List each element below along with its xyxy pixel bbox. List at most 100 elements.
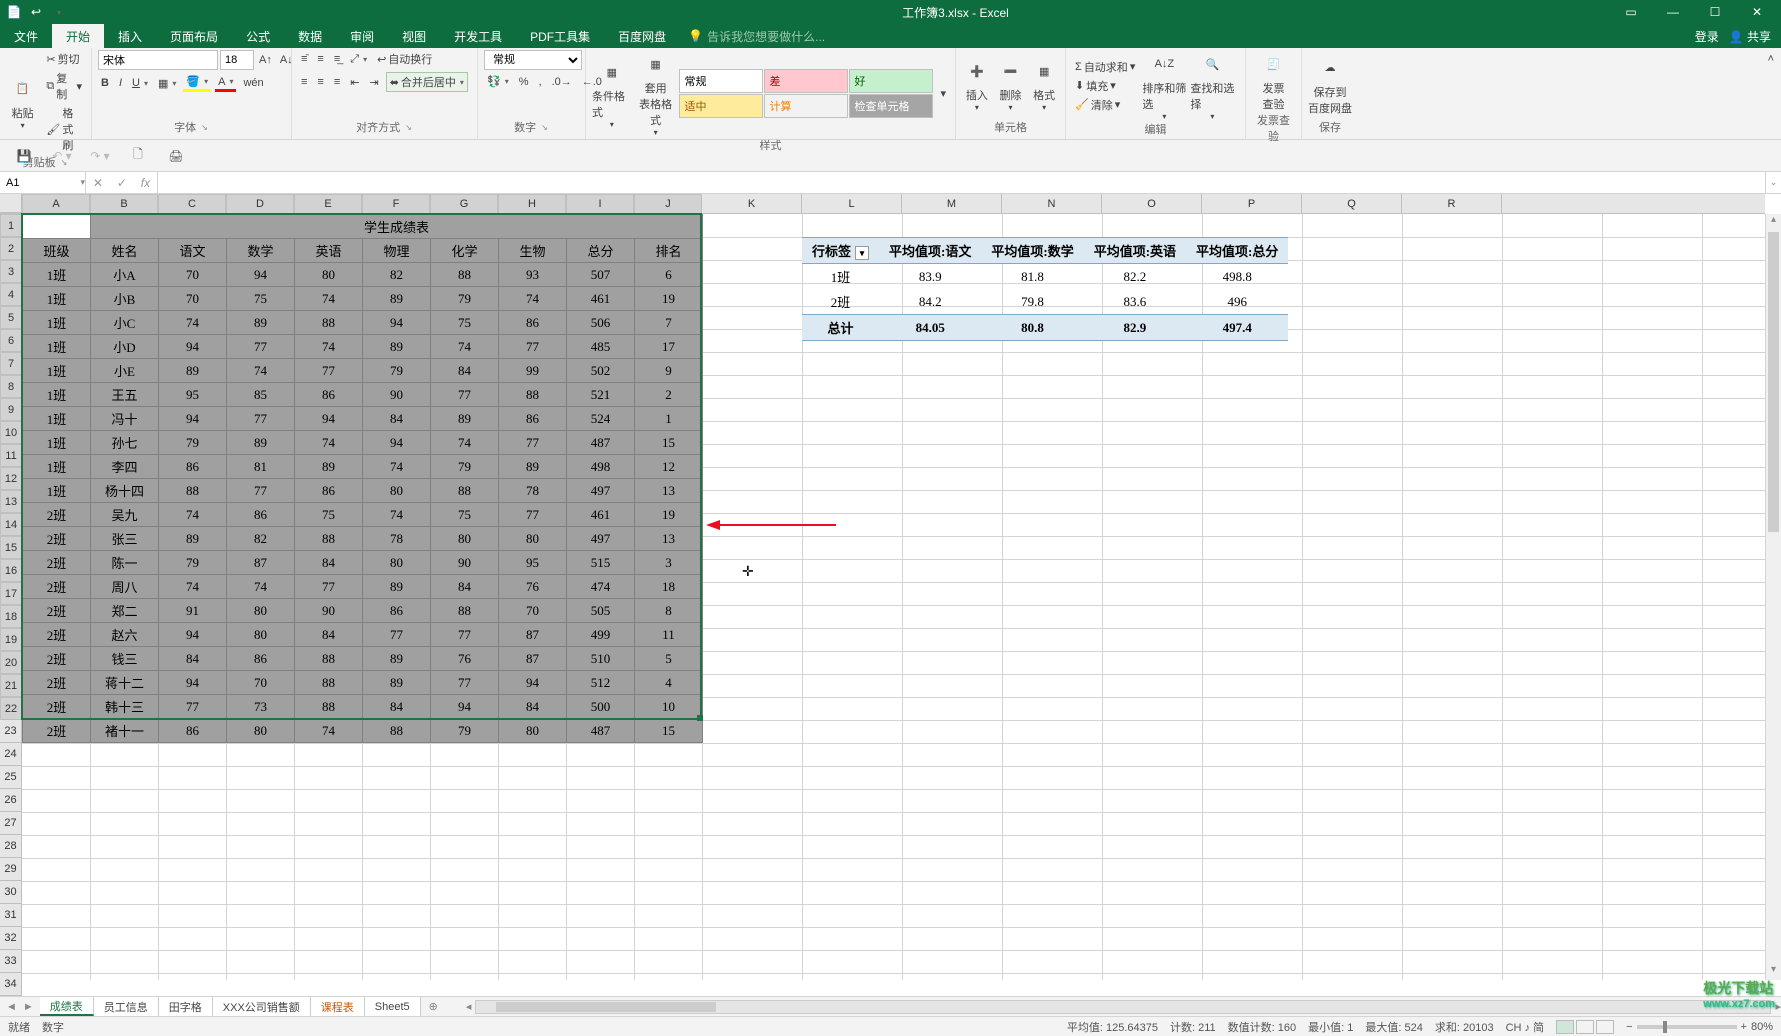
pivot-filter-icon[interactable]: ▾ <box>855 246 869 260</box>
orientation-icon[interactable]: ⤢ <box>347 50 370 68</box>
col-header-A[interactable]: A <box>22 194 90 214</box>
wrap-text-button[interactable]: ↩ 自动换行 <box>374 50 435 68</box>
tab-formula[interactable]: 公式 <box>232 24 284 48</box>
tab-pdf[interactable]: PDF工具集 <box>516 24 604 48</box>
tellme-search[interactable]: 💡 告诉我您想要做什么... <box>680 24 1695 48</box>
row-header-14[interactable]: 14 <box>0 513 22 536</box>
cancel-formula-icon[interactable]: ✕ <box>93 176 103 190</box>
col-header-C[interactable]: C <box>158 194 226 214</box>
row-header-21[interactable]: 21 <box>0 674 22 697</box>
row-header-26[interactable]: 26 <box>0 789 22 812</box>
row-header-7[interactable]: 7 <box>0 352 22 375</box>
row-header-30[interactable]: 30 <box>0 881 22 904</box>
redo-icon[interactable]: ↷ ▾ <box>88 144 112 168</box>
row-header-34[interactable]: 34 <box>0 973 22 996</box>
sheet-nav-first-icon[interactable]: ◄ <box>6 1001 17 1013</box>
row-header-33[interactable]: 33 <box>0 950 22 973</box>
copy-button[interactable]: ⧉ 复制 ▾ <box>43 69 85 103</box>
confirm-formula-icon[interactable]: ✓ <box>117 176 127 190</box>
col-header-Q[interactable]: Q <box>1302 194 1402 213</box>
share-button[interactable]: 👤 共享 <box>1729 28 1771 45</box>
tab-file[interactable]: 文件 <box>0 24 52 48</box>
view-pagebreak-icon[interactable] <box>1596 1020 1614 1034</box>
tab-dev[interactable]: 开发工具 <box>440 24 516 48</box>
print-preview-icon[interactable]: 🖨 <box>164 144 188 168</box>
sheet-tab-4[interactable]: XXX公司销售额 <box>213 997 311 1016</box>
add-sheet-button[interactable]: ⊕ <box>421 997 446 1016</box>
sheet-tab-5[interactable]: 课程表 <box>311 997 365 1016</box>
row-header-15[interactable]: 15 <box>0 536 22 559</box>
format-as-table-button[interactable]: ▦套用 表格格式▾ <box>636 50 676 137</box>
ribbon-options-icon[interactable]: ▭ <box>1611 1 1651 23</box>
clear-button[interactable]: 🧹 清除 ▾ <box>1072 96 1138 114</box>
font-color-button[interactable]: A <box>215 74 236 92</box>
row-header-8[interactable]: 8 <box>0 375 22 398</box>
zoom-out-icon[interactable]: − <box>1626 1021 1632 1033</box>
fill-button[interactable]: ⬇ 填充 ▾ <box>1072 77 1138 95</box>
increase-font-icon[interactable]: A↑ <box>256 50 275 70</box>
col-header-D[interactable]: D <box>226 194 294 214</box>
name-box[interactable]: A1 ▾ <box>0 172 86 193</box>
col-header-R[interactable]: R <box>1402 194 1502 213</box>
row-header-5[interactable]: 5 <box>0 306 22 329</box>
sheet-nav-last-icon[interactable]: ► <box>23 1001 34 1013</box>
font-expand-icon[interactable]: ↘ <box>200 122 209 133</box>
tab-baidu[interactable]: 百度网盘 <box>604 24 680 48</box>
align-center-icon[interactable]: ≡ <box>314 72 326 92</box>
row-header-20[interactable]: 20 <box>0 651 22 674</box>
percent-format-icon[interactable]: % <box>516 74 532 89</box>
autosum-button[interactable]: Σ 自动求和 ▾ <box>1072 58 1138 76</box>
sheet-tab-3[interactable]: 田字格 <box>159 997 213 1016</box>
autosave-icon[interactable]: 📄 <box>4 1 24 23</box>
select-all-corner[interactable] <box>0 194 22 213</box>
zoom-slider[interactable] <box>1637 1025 1737 1029</box>
col-header-E[interactable]: E <box>294 194 362 214</box>
row-header-27[interactable]: 27 <box>0 812 22 835</box>
row-header-23[interactable]: 23 <box>0 720 22 743</box>
maximize-button[interactable]: ☐ <box>1695 1 1735 23</box>
fill-color-button[interactable]: 🪣 <box>183 74 211 92</box>
zoom-in-icon[interactable]: + <box>1741 1021 1747 1033</box>
cut-button[interactable]: ✂ 剪切 <box>43 50 85 68</box>
row-header-10[interactable]: 10 <box>0 421 22 444</box>
view-normal-icon[interactable] <box>1556 1020 1574 1034</box>
col-header-F[interactable]: F <box>362 194 430 214</box>
tab-insert[interactable]: 插入 <box>104 24 156 48</box>
align-middle-icon[interactable]: ≡ <box>314 50 326 68</box>
col-header-L[interactable]: L <box>802 194 902 213</box>
zoom-control[interactable]: − + 80% <box>1626 1021 1773 1033</box>
phonetic-button[interactable]: wén <box>240 74 266 92</box>
number-format-select[interactable]: 常规 <box>484 50 582 70</box>
fx-icon[interactable]: fx <box>141 176 150 190</box>
col-header-O[interactable]: O <box>1102 194 1202 213</box>
status-ime[interactable]: CH ♪ 简 <box>1506 1019 1545 1035</box>
hscroll-left-icon[interactable]: ◂ <box>466 1000 472 1013</box>
collapse-ribbon-icon[interactable]: ˄ <box>1765 52 1777 66</box>
vertical-scrollbar[interactable]: ▴ ▾ <box>1765 214 1781 980</box>
horizontal-scrollbar[interactable] <box>475 1000 1771 1014</box>
tab-data[interactable]: 数据 <box>284 24 336 48</box>
col-header-M[interactable]: M <box>902 194 1002 213</box>
conditional-format-button[interactable]: ▦条件格式▾ <box>592 58 632 129</box>
paste-button[interactable]: 📋粘贴▾ <box>6 75 39 130</box>
align-expand-icon[interactable]: ↘ <box>404 122 413 133</box>
number-expand-icon[interactable]: ↘ <box>540 122 549 133</box>
row-header-13[interactable]: 13 <box>0 490 22 513</box>
hscroll-right-icon[interactable]: ▸ <box>1775 1000 1781 1013</box>
expand-formula-icon[interactable]: ⌄ <box>1765 172 1781 193</box>
qat-customize-icon[interactable] <box>48 1 68 23</box>
align-top-icon[interactable]: ≡̄ <box>298 50 310 68</box>
row-header-1[interactable]: 1 <box>0 214 22 237</box>
comma-format-icon[interactable]: , <box>536 74 545 89</box>
increase-decimal-icon[interactable]: .0→ <box>549 74 575 89</box>
row-header-11[interactable]: 11 <box>0 444 22 467</box>
undo-icon[interactable]: ↶ ▾ <box>50 144 74 168</box>
style-check[interactable]: 检查单元格 <box>849 94 933 118</box>
col-header-K[interactable]: K <box>702 194 802 213</box>
new-icon[interactable]: 🗋 <box>126 144 150 168</box>
border-button[interactable]: ▦ <box>155 74 179 92</box>
tab-review[interactable]: 审阅 <box>336 24 388 48</box>
row-header-3[interactable]: 3 <box>0 260 22 283</box>
indent-dec-icon[interactable]: ⇤ <box>347 72 362 92</box>
row-header-31[interactable]: 31 <box>0 904 22 927</box>
